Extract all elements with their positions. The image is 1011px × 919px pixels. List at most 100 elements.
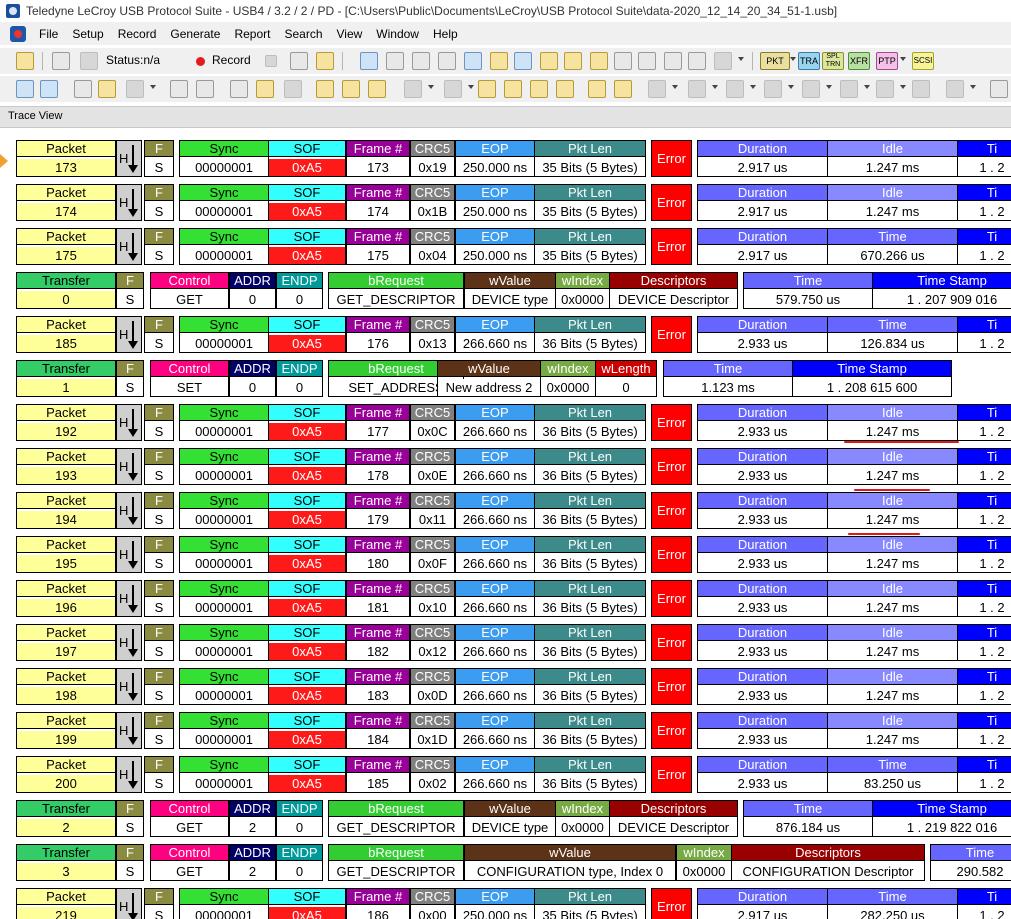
duration-field[interactable]: Duration 2.917 us (697, 140, 828, 177)
split-view-button[interactable]: SPL TRN (822, 52, 844, 70)
windex-field[interactable]: wIndex 0x0000 (555, 800, 610, 837)
packet-row[interactable]: Packet 199 H F S Sync 00000001 SOF 0xA5 Frame # 18… (0, 712, 1011, 749)
transfer-row[interactable]: Transfer 2 F S Control GET ADDR 2 ENDP 0 bRequest G… (0, 800, 1011, 837)
wvalue-field[interactable]: wValue CONFIGURATION type, Index 0 (464, 844, 676, 881)
eop-field[interactable]: EOP 250.000 ns (455, 888, 535, 919)
dropdown-arrow[interactable] (468, 85, 474, 89)
frame-field[interactable]: Frame # 179 (346, 492, 410, 529)
addr-field[interactable]: ADDR 0 (229, 360, 276, 397)
packet-row[interactable]: Packet 192 H F S Sync 00000001 SOF 0xA5 Frame # 17… (0, 404, 1011, 441)
speed-field[interactable]: FS (144, 448, 174, 485)
sync-field[interactable]: Sync 00000001 (179, 492, 269, 529)
timestamp-field[interactable]: Ti 1 . 2 (957, 624, 1011, 661)
packet-number[interactable]: Packet 200 (16, 756, 116, 793)
speed-field[interactable]: FS (144, 140, 174, 177)
brequest-field[interactable]: bRequest GET_DESCRIPTOR (328, 272, 464, 309)
zoom-in-icon[interactable] (16, 80, 34, 98)
error-field[interactable]: Error (651, 448, 692, 485)
speed-field[interactable]: FS (144, 404, 174, 441)
duration-field[interactable]: Duration 2.933 us (697, 492, 828, 529)
dropdown-arrow[interactable] (738, 57, 744, 61)
frame-field[interactable]: Frame # 173 (346, 140, 410, 177)
timestamp-field[interactable]: Ti 1 . 2 (957, 404, 1011, 441)
duration-field[interactable]: Duration 2.933 us (697, 316, 828, 353)
sync-field[interactable]: Sync 00000001 (179, 404, 269, 441)
packet-row[interactable]: Packet 200 H F S Sync 00000001 SOF 0xA5 Frame # 18… (0, 756, 1011, 793)
error-field[interactable]: Error (651, 404, 692, 441)
sof-field[interactable]: SOF 0xA5 (268, 404, 346, 441)
eop-field[interactable]: EOP 250.000 ns (455, 228, 535, 265)
pkt-len-field[interactable]: Pkt Len 36 Bits (5 Bytes) (534, 316, 646, 353)
duration-field[interactable]: Duration 2.917 us (697, 888, 828, 919)
eop-field[interactable]: EOP 266.660 ns (455, 536, 535, 573)
pkt-len-field[interactable]: Pkt Len 36 Bits (5 Bytes) (534, 756, 646, 793)
speed-field[interactable]: FS (144, 624, 174, 661)
idle-field[interactable]: Idle 1.247 ms (827, 448, 958, 485)
idle-field[interactable]: Idle 1.247 ms (827, 140, 958, 177)
hide-pd-msg-icon[interactable] (946, 80, 964, 98)
goto-icon[interactable] (490, 52, 508, 70)
pkt-len-field[interactable]: Pkt Len 35 Bits (5 Bytes) (534, 888, 646, 919)
marker-icon[interactable] (564, 52, 582, 70)
timestamp-field[interactable]: Ti 1 . 2 (957, 888, 1011, 919)
speed-field[interactable]: FS (144, 228, 174, 265)
sof-field[interactable]: SOF 0xA5 (268, 184, 346, 221)
timestamp-field[interactable]: Ti 1 . 2 (957, 228, 1011, 265)
hide-ack-icon[interactable] (504, 80, 522, 98)
time-field[interactable]: Time 876.184 us (743, 800, 873, 837)
sync-field[interactable]: Sync 00000001 (179, 140, 269, 177)
time-field[interactable]: Time 670.266 us (827, 228, 958, 265)
eop-field[interactable]: EOP 266.660 ns (455, 492, 535, 529)
brequest-field[interactable]: bRequest GET_DESCRIPTOR (328, 800, 464, 837)
transfer-number[interactable]: Transfer 0 (16, 272, 116, 309)
speed-field[interactable]: FS (116, 272, 144, 309)
transfer-number[interactable]: Transfer 2 (16, 800, 116, 837)
frame-field[interactable]: Frame # 182 (346, 624, 410, 661)
pkt-len-field[interactable]: Pkt Len 35 Bits (5 Bytes) (534, 228, 646, 265)
crc5-field[interactable]: CRC5 0x11 (410, 492, 455, 529)
binoculars-icon[interactable] (170, 80, 188, 98)
error-field[interactable]: Error (651, 140, 692, 177)
windex-field[interactable]: wIndex 0x0000 (676, 844, 732, 881)
error-field[interactable]: Error (651, 184, 692, 221)
pkt-len-field[interactable]: Pkt Len 35 Bits (5 Bytes) (534, 184, 646, 221)
packet-number[interactable]: Packet 219 (16, 888, 116, 919)
collapse-icon[interactable] (98, 80, 116, 98)
duration-field[interactable]: Duration 2.933 us (697, 448, 828, 485)
error-field[interactable]: Error (651, 624, 692, 661)
addr-field[interactable]: ADDR 2 (229, 844, 276, 881)
hide-dp-icon[interactable] (368, 80, 386, 98)
hide-tp-icon[interactable] (726, 80, 744, 98)
menu-search[interactable]: Search (277, 27, 329, 41)
record-icon[interactable] (196, 57, 205, 66)
sof-field[interactable]: SOF 0xA5 (268, 492, 346, 529)
sync-field[interactable]: Sync 00000001 (179, 756, 269, 793)
packet-number[interactable]: Packet 199 (16, 712, 116, 749)
export-icon[interactable] (386, 52, 404, 70)
timestamp-field[interactable]: Time Stamp 1 . 208 615 600 (792, 360, 952, 397)
frame-field[interactable]: Frame # 177 (346, 404, 410, 441)
descriptors-field[interactable]: Descriptors CONFIGURATION Descriptor (731, 844, 925, 881)
packet-row[interactable]: Packet 193 H F S Sync 00000001 SOF 0xA5 Frame # 17… (0, 448, 1011, 485)
transfer-number[interactable]: Transfer 1 (16, 360, 116, 397)
packet-number[interactable]: Packet 174 (16, 184, 116, 221)
addr-field[interactable]: ADDR 0 (229, 272, 276, 309)
addr-field[interactable]: ADDR 2 (229, 800, 276, 837)
crc5-field[interactable]: CRC5 0x02 (410, 756, 455, 793)
crc5-field[interactable]: CRC5 0x1B (410, 184, 455, 221)
hide-bus-icon[interactable] (840, 80, 858, 98)
eop-field[interactable]: EOP 250.000 ns (455, 140, 535, 177)
wrench-icon[interactable] (52, 52, 70, 70)
wvalue-field[interactable]: wValue New address 2 (437, 360, 541, 397)
speed-field[interactable]: FS (144, 536, 174, 573)
bookmark-icon[interactable] (664, 52, 682, 70)
crc5-field[interactable]: CRC5 0x0D (410, 668, 455, 705)
time-field[interactable]: Time 83.250 us (827, 756, 958, 793)
dropdown-arrow[interactable] (900, 85, 906, 89)
packet-row[interactable]: Packet 194 H F S Sync 00000001 SOF 0xA5 Frame # 17… (0, 492, 1011, 529)
speed-field[interactable]: FS (144, 668, 174, 705)
hide-nak-icon[interactable] (530, 80, 548, 98)
power-icon[interactable] (714, 52, 732, 70)
wvalue-field[interactable]: wValue DEVICE type (464, 272, 556, 309)
dropdown-arrow[interactable] (900, 57, 906, 61)
